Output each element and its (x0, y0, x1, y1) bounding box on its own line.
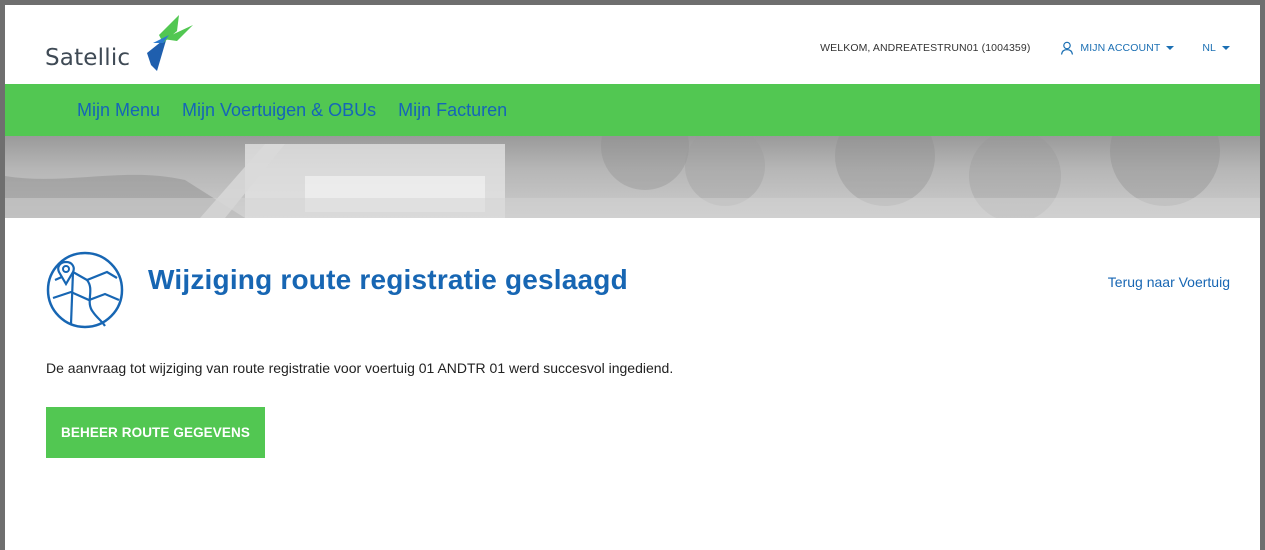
success-message: De aanvraag tot wijziging van route regi… (46, 360, 674, 376)
main-nav: Mijn Menu Mijn Voertuigen & OBUs Mijn Fa… (5, 84, 1260, 136)
map-route-icon (46, 251, 124, 329)
welcome-text: WELKOM, ANDREATESTRUN01 (1004359) (820, 42, 1031, 54)
top-header: Satellic WELKOM, ANDREATESTRUN01 (100435… (5, 5, 1260, 84)
language-label: NL (1202, 42, 1216, 54)
hero-banner-image (5, 136, 1260, 218)
user-icon (1061, 41, 1074, 55)
main-content: Wijziging route registratie geslaagd Ter… (5, 218, 1260, 550)
language-selector[interactable]: NL (1202, 42, 1230, 54)
nav-item-mijn-voertuigen[interactable]: Mijn Voertuigen & OBUs (182, 100, 376, 121)
logo-text: Satellic (45, 45, 131, 71)
chevron-down-icon (1166, 46, 1175, 50)
chevron-down-icon (1222, 46, 1230, 50)
satellic-logo[interactable]: Satellic (45, 13, 205, 77)
back-to-vehicle-link[interactable]: Terug naar Voertuig (1108, 274, 1230, 290)
header-links: WELKOM, ANDREATESTRUN01 (1004359) MIJN A… (820, 41, 1230, 55)
my-account-menu[interactable]: MIJN ACCOUNT (1060, 41, 1175, 55)
page-title: Wijziging route registratie geslaagd (148, 264, 628, 295)
nav-item-mijn-facturen[interactable]: Mijn Facturen (398, 100, 507, 121)
satellic-logo-icon (147, 15, 193, 71)
manage-route-data-button[interactable]: BEHEER ROUTE GEGEVENS (46, 407, 265, 458)
nav-item-mijn-menu[interactable]: Mijn Menu (77, 100, 160, 121)
my-account-label: MIJN ACCOUNT (1080, 42, 1161, 54)
